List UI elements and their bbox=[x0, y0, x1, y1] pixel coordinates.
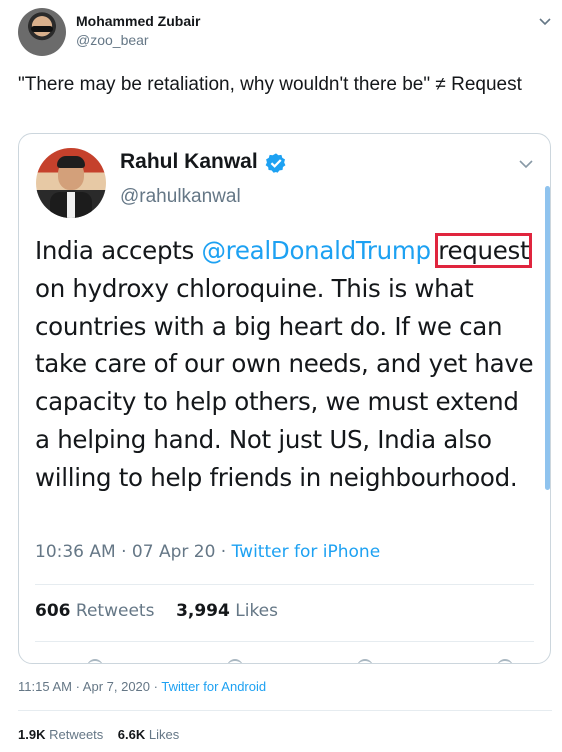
quoted-time[interactable]: 10:36 AM · 07 Apr 20 bbox=[35, 542, 215, 562]
tweet-text: "There may be retaliation, why wouldn't … bbox=[18, 74, 522, 95]
tweet-header: Mohammed Zubair @zoo_bear bbox=[18, 8, 552, 58]
chevron-down-icon[interactable] bbox=[538, 14, 552, 28]
quoted-tweet-card[interactable]: Rahul Kanwal @rahulkanwal India accepts … bbox=[18, 133, 551, 664]
quoted-tweet-text: India accepts @realDonaldTrump request o… bbox=[35, 232, 540, 497]
likes-label[interactable]: Likes bbox=[235, 601, 278, 621]
quoted-timestamp: 10:36 AM · 07 Apr 20 · Twitter for iPhon… bbox=[35, 542, 380, 562]
tweet-timestamp: 11:15 AM · Apr 7, 2020 · Twitter for And… bbox=[18, 679, 266, 694]
retweet-icon[interactable] bbox=[227, 659, 243, 663]
divider bbox=[35, 584, 534, 585]
tweet-source-link[interactable]: Twitter for Android bbox=[161, 679, 266, 694]
share-icon[interactable] bbox=[497, 659, 513, 663]
mention-link[interactable]: @realDonaldTrump bbox=[201, 236, 431, 265]
meta-separator: · bbox=[215, 542, 232, 562]
action-bar bbox=[35, 659, 534, 663]
retweets-label[interactable]: Retweets bbox=[76, 601, 155, 621]
chevron-down-icon[interactable] bbox=[518, 156, 534, 172]
author-handle[interactable]: @zoo_bear bbox=[76, 32, 149, 48]
retweets-label[interactable]: Retweets bbox=[49, 727, 103, 742]
verified-badge-icon bbox=[265, 153, 286, 173]
scrollbar[interactable] bbox=[545, 186, 550, 490]
meta-separator: · bbox=[150, 679, 162, 694]
author-name[interactable]: Mohammed Zubair bbox=[76, 13, 200, 29]
highlighted-word: request bbox=[435, 233, 533, 268]
quoted-author-name[interactable]: Rahul Kanwal bbox=[120, 150, 258, 174]
quoted-source-link[interactable]: Twitter for iPhone bbox=[232, 542, 381, 562]
reply-icon[interactable] bbox=[87, 659, 103, 663]
avatar[interactable] bbox=[36, 148, 106, 218]
likes-count[interactable]: 6.6K bbox=[118, 727, 145, 742]
quoted-text-suffix: on hydroxy chloroquine. This is what cou… bbox=[35, 273, 534, 492]
quoted-text-prefix: India accepts bbox=[35, 236, 202, 265]
like-icon[interactable] bbox=[357, 659, 373, 663]
divider bbox=[18, 710, 552, 711]
avatar[interactable] bbox=[18, 8, 66, 56]
likes-label[interactable]: Likes bbox=[149, 727, 179, 742]
retweets-count[interactable]: 1.9K bbox=[18, 727, 45, 742]
quoted-author-handle[interactable]: @rahulkanwal bbox=[120, 186, 241, 208]
divider bbox=[35, 641, 534, 642]
retweets-count[interactable]: 606 bbox=[35, 601, 71, 621]
quoted-stats: 606 Retweets 3,994 Likes bbox=[35, 601, 278, 621]
likes-count[interactable]: 3,994 bbox=[176, 601, 230, 621]
tweet-time[interactable]: 11:15 AM · Apr 7, 2020 bbox=[18, 679, 150, 694]
tweet-stats: 1.9K Retweets 6.6K Likes bbox=[18, 727, 179, 742]
